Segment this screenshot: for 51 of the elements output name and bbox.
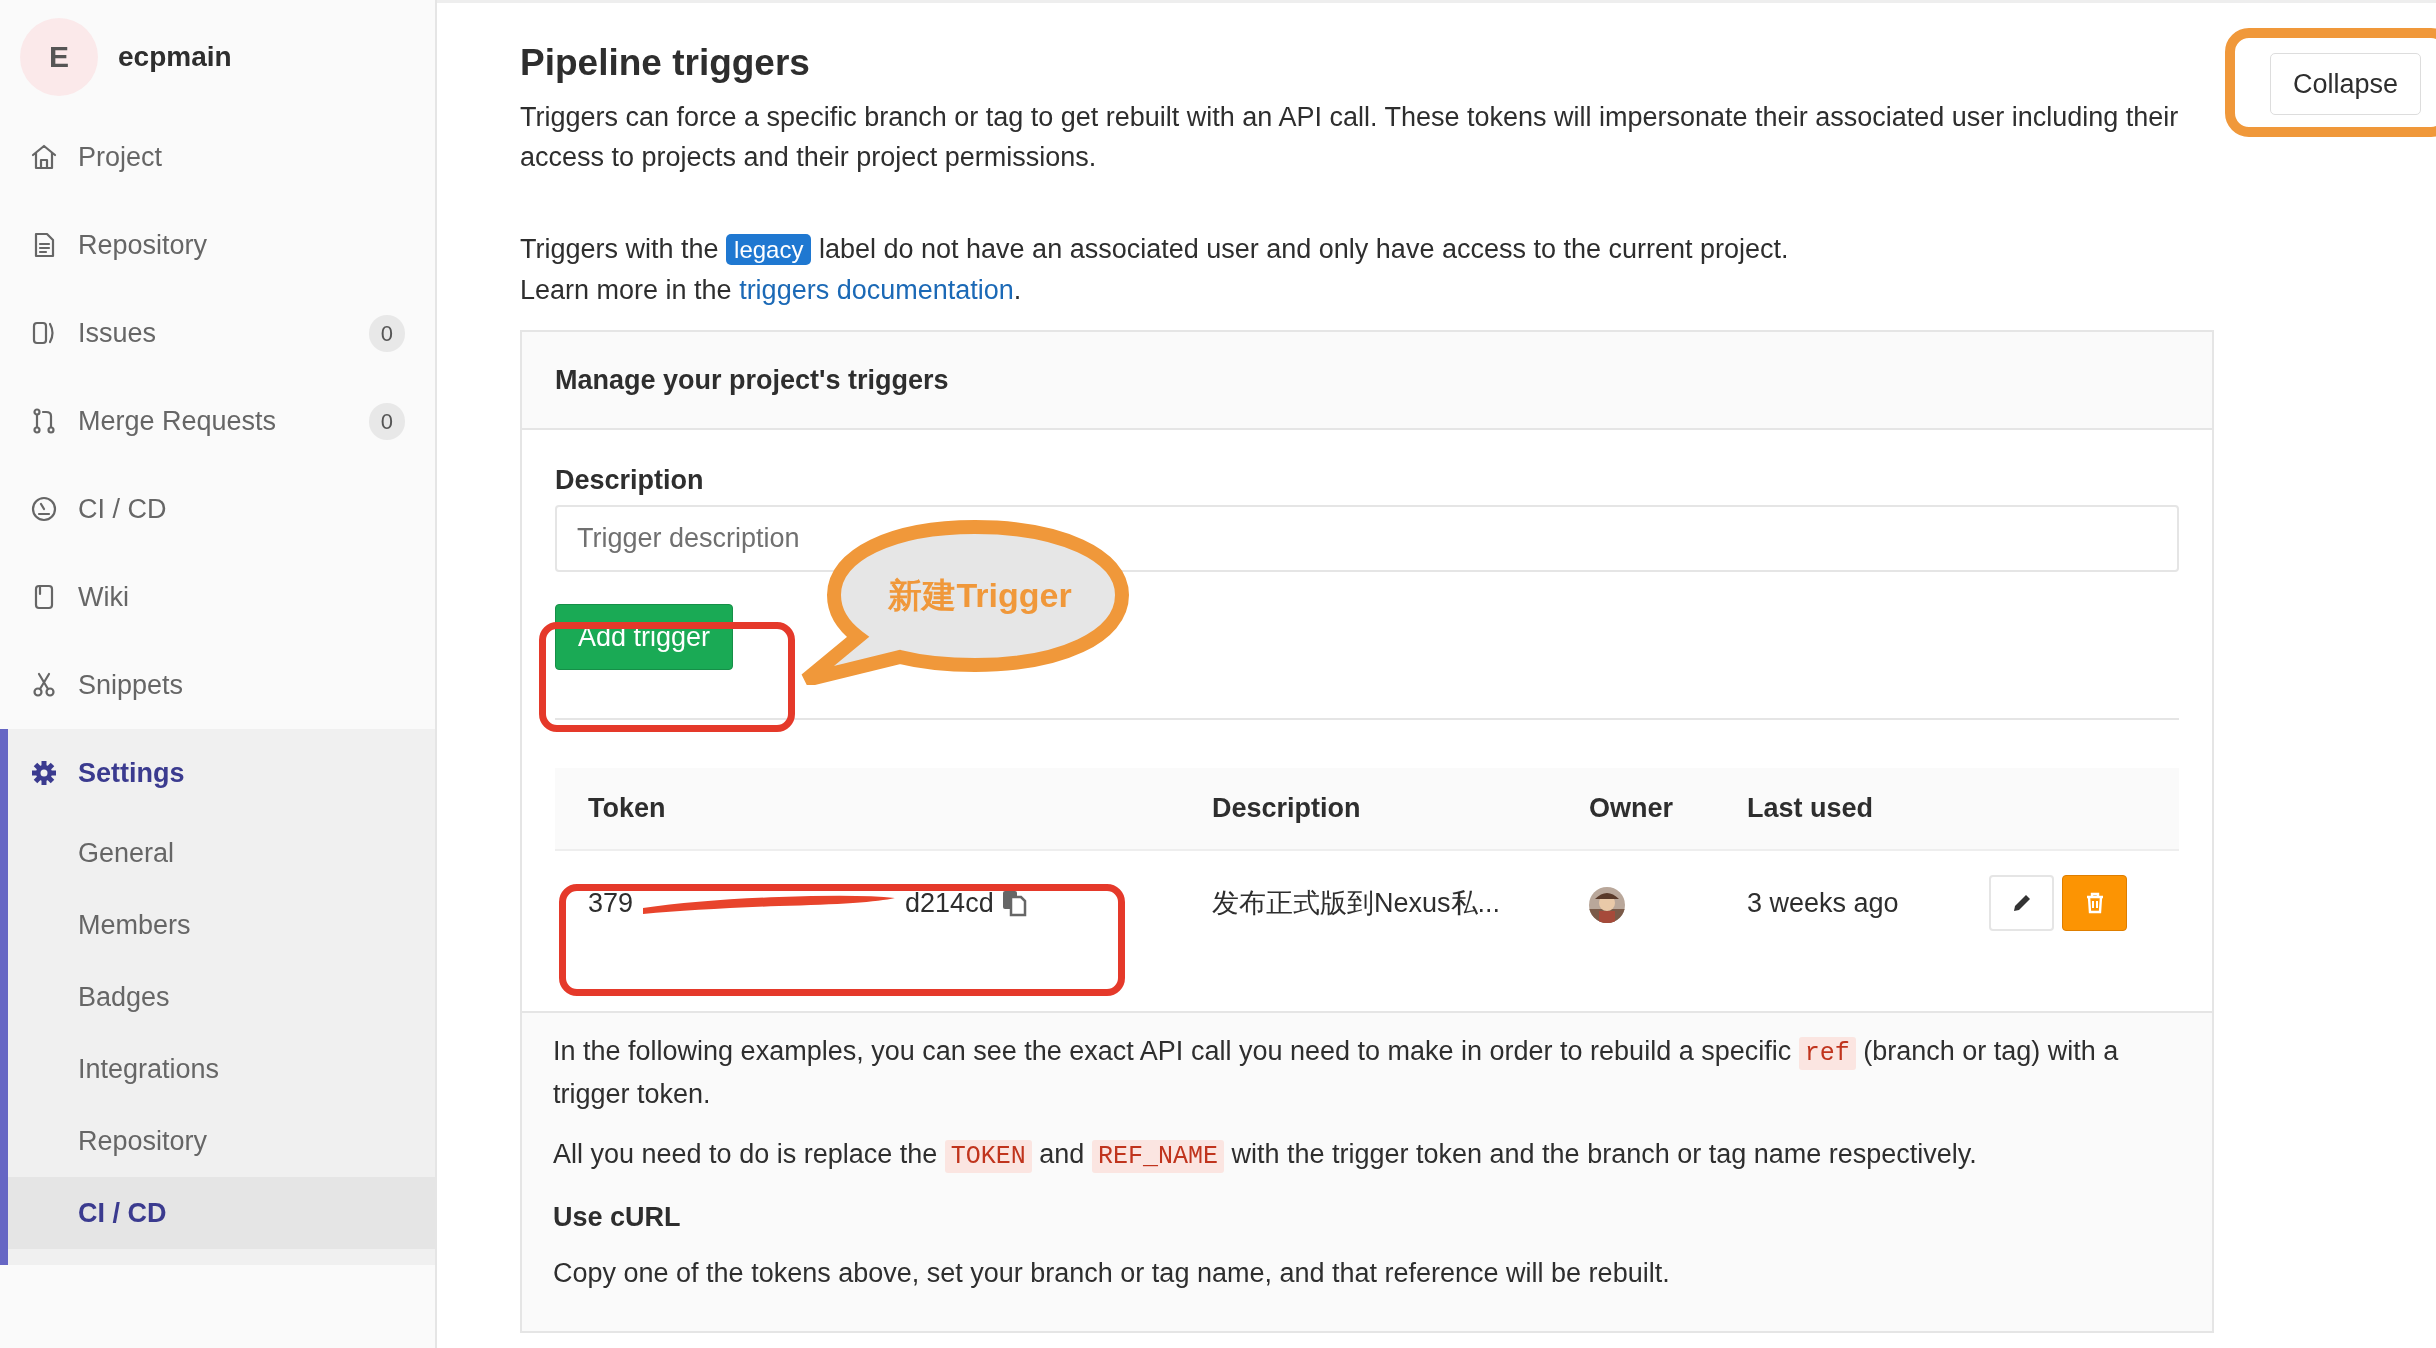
column-header: Token bbox=[588, 792, 667, 826]
code-text: REF_NAME bbox=[1091, 1139, 1224, 1173]
sidebar-subitem[interactable]: Repository bbox=[8, 1105, 435, 1177]
project-name: ecpmain bbox=[118, 39, 232, 74]
sidebar-subitem[interactable]: Badges bbox=[8, 961, 435, 1033]
section-title: Pipeline triggers bbox=[520, 41, 811, 85]
home-icon bbox=[30, 143, 58, 171]
code-text: ref bbox=[1798, 1036, 1856, 1070]
column-header: Last used bbox=[1747, 792, 1875, 826]
callout-text: 新建Trigger bbox=[887, 575, 1073, 616]
collapse-button[interactable]: Collapse bbox=[2269, 53, 2421, 115]
merge-request-icon bbox=[30, 407, 58, 435]
input-field[interactable]: Trigger description bbox=[555, 504, 2179, 572]
sidebar-subitem[interactable]: Members bbox=[8, 889, 435, 961]
sidebar-item[interactable]: Wiki bbox=[0, 553, 435, 641]
sidebar-item[interactable]: Issues 0 bbox=[0, 289, 435, 377]
intro-text: Triggers can force a specific branch or tag to get rebuilt with an API call. These tokens will impersonate their associated user including their access to projects and their project permissions. bbox=[520, 101, 2180, 175]
sidebar-item[interactable]: Merge Requests 0 bbox=[0, 377, 435, 465]
column-header: Description bbox=[1212, 792, 1362, 826]
sidebar-item[interactable]: CI / CD bbox=[0, 465, 435, 553]
subheading: Use cURL bbox=[553, 1200, 682, 1234]
count-badge: 0 bbox=[368, 402, 405, 440]
docs-link[interactable]: triggers documentation bbox=[739, 275, 1014, 306]
gear-icon bbox=[30, 759, 58, 787]
card-header: Manage your project's triggers bbox=[522, 332, 2212, 431]
field-label: Description bbox=[555, 464, 705, 498]
paragraph-text: Copy one of the tokens above, set your branch or tag name, and that reference will be rebuilt. bbox=[553, 1256, 1671, 1290]
count-badge: 0 bbox=[368, 314, 405, 352]
column-header: Owner bbox=[1589, 792, 1675, 826]
gauge-icon bbox=[30, 495, 58, 523]
legacy-badge: legacy bbox=[726, 234, 812, 266]
legacy-note: Triggers with the legacy label do not have an associated user and only have access to the current project. bbox=[520, 233, 1790, 268]
sidebar-subitem[interactable]: Integrations bbox=[8, 1033, 435, 1105]
learn-more-text: Learn more in the triggers documentation. bbox=[520, 274, 1023, 308]
paragraph-text: In the following examples, you can see the exact API call you need to make in order to rebuild a specific ref (branch or tag) with a trigger token. bbox=[553, 1034, 2120, 1111]
delete-button[interactable] bbox=[2062, 874, 2127, 931]
sidebar-item[interactable]: Snippets bbox=[0, 641, 435, 729]
sidebar-subitem[interactable]: General bbox=[8, 817, 435, 889]
paragraph-text: All you need to do is replace the TOKEN and REF_NAME with the trigger token and the branch or tag name respectively. bbox=[553, 1137, 1978, 1175]
trash-icon bbox=[2084, 891, 2105, 914]
last-used-cell-text: 3 weeks ago bbox=[1747, 886, 1900, 920]
sidebar-item[interactable]: Repository bbox=[0, 201, 435, 289]
sidebar-subitem[interactable]: CI / CD bbox=[8, 1177, 435, 1249]
code-text: TOKEN bbox=[944, 1139, 1032, 1173]
sidebar-item[interactable]: Settings bbox=[8, 729, 435, 817]
token-text: d214cd bbox=[905, 886, 994, 920]
edit-button[interactable] bbox=[1989, 874, 2054, 931]
sidebar-item[interactable]: Project bbox=[0, 113, 435, 201]
description-cell-text: 发布正式版到Nexus私... bbox=[1212, 886, 1502, 920]
token-text: 379 bbox=[588, 886, 634, 920]
avatar: E bbox=[20, 17, 98, 96]
